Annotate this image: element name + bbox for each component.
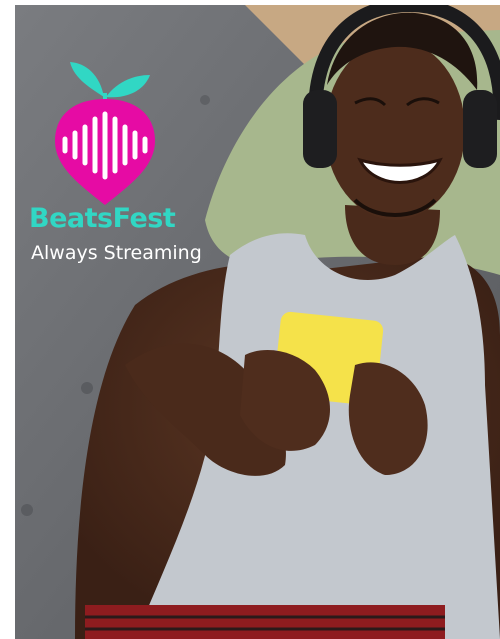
brand-tagline: Always Streaming [31, 242, 202, 264]
leaf-right-icon [106, 75, 150, 98]
brand-overlay: BeatsFest Always Streaming [15, 5, 500, 639]
leaf-left-icon [70, 62, 104, 97]
radish-sound-wave-logo-icon [55, 62, 155, 205]
brand-name: BeatsFest [29, 203, 176, 234]
ad-banner: BeatsFest Always Streaming [15, 5, 500, 639]
